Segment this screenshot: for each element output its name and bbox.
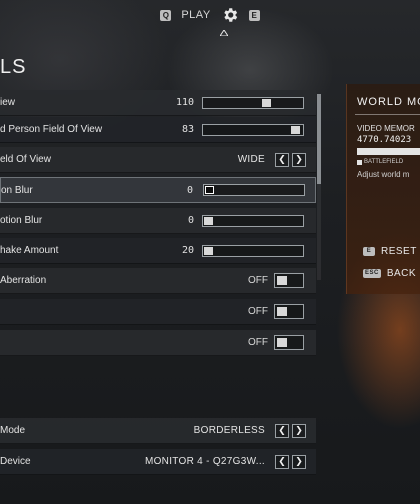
setting-slider[interactable] [202, 96, 304, 109]
setting-row[interactable]: hake Amount 20 [0, 238, 316, 264]
setting-label: otion Blur [0, 215, 43, 226]
setting-description: Adjust world m [357, 170, 410, 179]
slider-thumb[interactable] [291, 125, 300, 134]
setting-label: eld Of View [0, 154, 51, 165]
slider-thumb[interactable] [262, 98, 271, 107]
setting-toggle[interactable] [274, 335, 304, 350]
setting-label: d Person Field Of View [0, 124, 103, 135]
setting-row[interactable]: Mode BORDERLESS ❮ ❯ [0, 418, 316, 444]
stepper-value: WIDE [237, 154, 265, 165]
setting-value: 0 [186, 184, 193, 196]
back-label: BACK [386, 268, 417, 279]
setting-value: 110 [175, 97, 194, 108]
setting-label: Device [0, 456, 31, 467]
slider-thumb[interactable] [205, 186, 214, 194]
video-memory-legend: BATTLEFIELD [357, 159, 403, 165]
setting-value: 20 [181, 245, 194, 256]
chevron-left-icon[interactable]: ❮ [275, 423, 289, 438]
next-tab-key-hint: E [248, 9, 260, 21]
top-nav: Q PLAY E [0, 0, 420, 30]
chevron-left-icon[interactable]: ❮ [275, 152, 289, 167]
setting-slider[interactable] [202, 123, 304, 136]
slider-thumb[interactable] [204, 246, 213, 255]
active-tab-indicator-icon [220, 30, 228, 36]
back-button[interactable]: ESC BACK [363, 268, 416, 279]
toggle-knob [277, 338, 287, 347]
slider-thumb[interactable] [204, 216, 213, 225]
toggle-knob [277, 307, 287, 316]
settings-tab[interactable] [221, 6, 239, 24]
setting-toggle[interactable] [274, 273, 304, 288]
setting-row[interactable]: eld Of View WIDE ❮ ❯ [0, 147, 316, 173]
settings-list: iew 110 d Person Field Of View 83 eld Of… [0, 90, 320, 360]
toggle-knob [277, 276, 287, 285]
reset-button[interactable]: E RESET [363, 246, 417, 257]
scrollbar-thumb[interactable] [317, 94, 321, 184]
setting-stepper: MONITOR 4 - Q27G3W... ❮ ❯ [144, 454, 306, 469]
setting-slider[interactable] [202, 214, 304, 227]
legend-swatch [357, 159, 362, 165]
chevron-left-icon[interactable]: ❮ [275, 454, 289, 469]
chevron-right-icon[interactable]: ❯ [292, 152, 306, 167]
setting-row[interactable]: OFF [0, 299, 316, 325]
page-title: LS [0, 56, 27, 78]
stepper-value: MONITOR 4 - Q27G3W... [144, 456, 265, 467]
toggle-value: OFF [248, 275, 268, 286]
setting-label: on Blur [1, 184, 33, 196]
back-key-hint: ESC [363, 269, 381, 278]
gear-icon [223, 8, 237, 22]
setting-row[interactable]: iew 110 [0, 90, 316, 116]
reset-key-hint: E [363, 247, 375, 256]
video-memory-label: VIDEO MEMOR [357, 124, 415, 133]
setting-row-selected[interactable]: on Blur 0 [0, 177, 316, 203]
setting-value: 83 [181, 124, 194, 135]
setting-stepper: BORDERLESS ❮ ❯ [193, 423, 306, 438]
setting-row[interactable]: otion Blur 0 [0, 208, 316, 234]
setting-row[interactable]: Device MONITOR 4 - Q27G3W... ❮ ❯ [0, 449, 316, 475]
info-title: WORLD MO [357, 96, 420, 108]
setting-slider[interactable] [203, 184, 305, 196]
setting-slider[interactable] [202, 244, 304, 257]
setting-value: 0 [187, 215, 194, 226]
setting-label: iew [0, 97, 16, 108]
setting-label: Aberration [0, 275, 47, 286]
setting-row[interactable]: OFF [0, 330, 316, 356]
setting-label: hake Amount [0, 245, 59, 256]
video-memory-value: 4770.74023 [357, 135, 412, 145]
setting-label: Mode [0, 425, 26, 436]
video-memory-bar [357, 148, 420, 155]
prev-tab-key-hint: Q [160, 9, 172, 21]
setting-toggle[interactable] [274, 304, 304, 319]
settings-scrollbar[interactable] [317, 94, 321, 280]
setting-stepper: WIDE ❮ ❯ [237, 152, 306, 167]
toggle-value: OFF [248, 337, 268, 348]
setting-row[interactable]: d Person Field Of View 83 [0, 117, 316, 143]
play-tab[interactable]: PLAY [181, 9, 210, 21]
toggle-value: OFF [248, 306, 268, 317]
legend-label: BATTLEFIELD [364, 159, 404, 165]
chevron-right-icon[interactable]: ❯ [292, 423, 306, 438]
setting-row[interactable]: Aberration OFF [0, 268, 316, 294]
reset-label: RESET [381, 246, 417, 257]
divider [355, 114, 420, 115]
chevron-right-icon[interactable]: ❯ [292, 454, 306, 469]
info-panel: WORLD MO VIDEO MEMOR 4770.74023 BATTLEFI… [346, 84, 420, 294]
stepper-value: BORDERLESS [193, 425, 265, 436]
